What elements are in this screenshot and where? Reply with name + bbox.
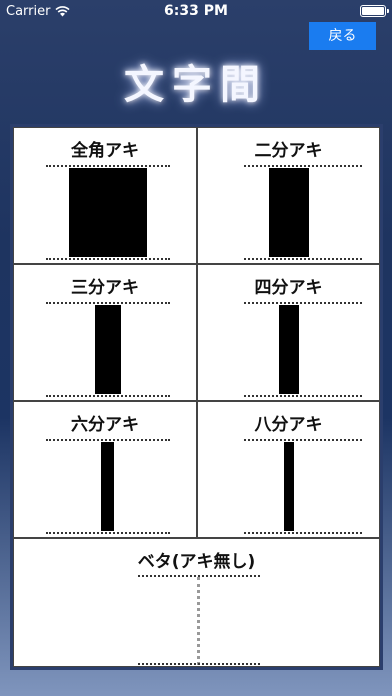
bottom-guide-line (46, 395, 170, 397)
bottom-guide-line (138, 663, 260, 665)
top-guide-line (46, 439, 170, 441)
spacing-block (269, 168, 309, 257)
cell-label: 四分アキ (254, 278, 323, 298)
bottom-guide-line (244, 532, 362, 534)
back-button[interactable]: 戻る (309, 22, 376, 50)
spacing-block (69, 168, 147, 257)
spacing-block (95, 305, 121, 394)
top-guide-line (244, 439, 362, 441)
top-guide-line (244, 302, 362, 304)
top-guide-line (244, 165, 362, 167)
cell-eighth-width-space: 八分アキ (197, 401, 380, 538)
spacing-block (279, 305, 299, 394)
bottom-guide-line (46, 258, 170, 260)
status-time: 6:33 PM (164, 3, 228, 19)
cell-half-width-space: 二分アキ (197, 127, 380, 264)
spacing-block (284, 442, 294, 531)
cell-label: 六分アキ (71, 415, 139, 435)
cell-sixth-width-space: 六分アキ (13, 401, 197, 538)
cell-full-width-space: 全角アキ (13, 127, 197, 264)
cell-label: 全角アキ (71, 141, 139, 161)
spacing-panel: 全角アキ 二分アキ 三分アキ 四分アキ 六分アキ 八分アキ ベタ(アキ無し) (10, 124, 383, 670)
cell-label: 八分アキ (254, 415, 323, 435)
spacing-block (101, 442, 114, 531)
cell-label: ベタ(アキ無し) (137, 552, 256, 572)
battery-icon (360, 5, 389, 17)
top-guide-line (46, 302, 170, 304)
cell-label: 三分アキ (71, 278, 139, 298)
cell-third-width-space: 三分アキ (13, 264, 197, 401)
bottom-guide-line (244, 258, 362, 260)
cell-quarter-width-space: 四分アキ (197, 264, 380, 401)
page-title: 文字間 (124, 61, 268, 108)
bottom-guide-line (244, 395, 362, 397)
bottom-guide-line (46, 532, 170, 534)
top-guide-line (46, 165, 170, 167)
status-bar: Carrier 6:33 PM (0, 0, 392, 22)
spacing-line (197, 577, 200, 665)
cell-no-space: ベタ(アキ無し) (13, 538, 380, 667)
cell-label: 二分アキ (254, 141, 323, 161)
